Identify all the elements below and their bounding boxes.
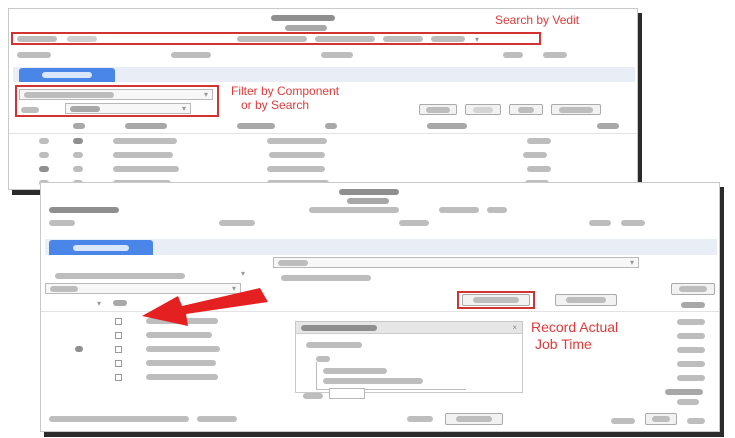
footer-button[interactable] xyxy=(645,413,677,425)
annotation-record-line1: Record Actual xyxy=(531,319,619,335)
table-row[interactable] xyxy=(9,137,637,145)
annotation-search: Search by Vedit xyxy=(495,13,580,27)
dialog-field-label xyxy=(306,340,362,351)
component-select[interactable]: ▾ xyxy=(19,89,213,100)
screenshot-job-search-filter: ▾ Search by Vedit ▾ ▾ Filter by Componen… xyxy=(8,8,638,190)
table-row[interactable] xyxy=(9,151,637,159)
chevron-down-icon: ▾ xyxy=(181,104,186,113)
job-info-row xyxy=(41,206,719,214)
close-icon[interactable]: × xyxy=(512,323,517,332)
table-row[interactable] xyxy=(9,165,637,173)
search-select[interactable]: ▾ xyxy=(65,103,191,114)
employee-select[interactable]: ▾ xyxy=(273,257,639,268)
job-info-row xyxy=(9,51,637,59)
search-label xyxy=(21,105,39,116)
action-button[interactable] xyxy=(419,104,457,115)
selected-employee-label xyxy=(281,273,371,284)
chevron-down-icon: ▾ xyxy=(203,90,208,99)
annotation-filter-line1: Filter by Component xyxy=(231,84,340,98)
search-row[interactable]: ▾ xyxy=(9,35,637,44)
annotation-filter-line2: or by Search xyxy=(241,98,310,112)
tab-active[interactable] xyxy=(19,68,115,82)
time-field-label xyxy=(303,391,323,402)
row-value xyxy=(677,373,705,384)
record-time-dialog: × xyxy=(295,321,523,393)
footer-button[interactable] xyxy=(445,413,503,425)
chevron-down-icon[interactable]: ▾ xyxy=(241,269,245,278)
row-value xyxy=(677,331,705,342)
table-header-total xyxy=(681,300,705,311)
footer-label xyxy=(611,416,635,427)
chevron-down-icon[interactable]: ▾ xyxy=(475,35,479,44)
row-value xyxy=(677,345,705,356)
action-button[interactable] xyxy=(465,104,501,115)
row-checkbox[interactable] xyxy=(115,359,122,367)
divider xyxy=(9,133,637,134)
tab-active[interactable] xyxy=(49,240,153,255)
footer-label xyxy=(687,416,705,427)
annotation-record-line2: Job Time xyxy=(535,336,592,352)
table-header xyxy=(9,122,637,130)
row-value xyxy=(677,317,705,328)
row-value xyxy=(677,359,705,370)
annotation-filter: Filter by Component or by Search xyxy=(231,84,339,112)
action-button[interactable] xyxy=(509,104,543,115)
dialog-header: × xyxy=(296,322,522,334)
record-job-time-button[interactable] xyxy=(462,294,530,306)
annotation-record: Record Actual Job Time xyxy=(531,319,618,353)
row-checkbox[interactable] xyxy=(115,331,122,339)
chevron-down-icon[interactable]: ▾ xyxy=(97,299,101,308)
dialog-list xyxy=(316,362,466,390)
chevron-down-icon: ▾ xyxy=(629,258,634,267)
total-value xyxy=(677,397,699,408)
red-arrow-pointer-icon xyxy=(142,288,268,326)
row-checkbox[interactable] xyxy=(115,345,122,353)
secondary-button[interactable] xyxy=(555,294,617,306)
action-button[interactable] xyxy=(551,104,601,115)
job-info-row xyxy=(41,219,719,227)
row-checkbox[interactable] xyxy=(115,317,122,325)
small-action-button[interactable] xyxy=(671,283,715,295)
row-checkbox[interactable] xyxy=(115,373,122,381)
time-input[interactable] xyxy=(329,388,365,399)
